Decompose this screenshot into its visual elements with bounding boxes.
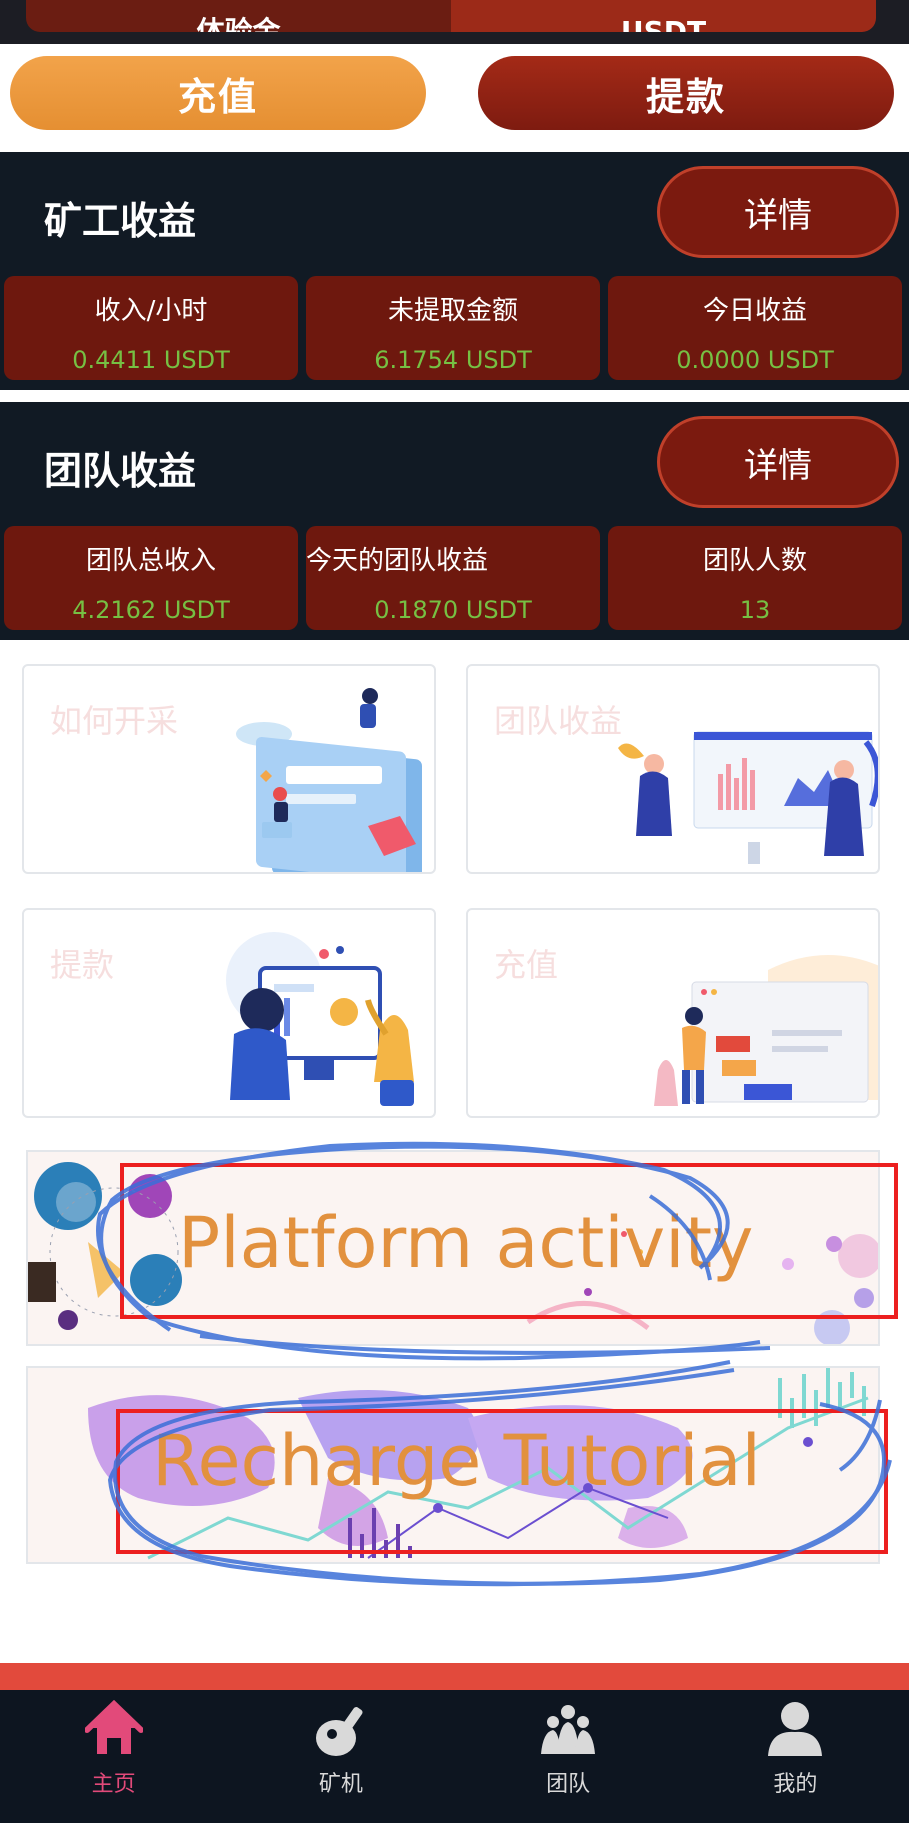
nav-team-label: 团队 (546, 1772, 591, 1797)
miner-earnings-panel: 矿工收益 详情 收入/小时 0.4411 USDT 未提取金额 6.1754 U… (0, 152, 909, 390)
mining-machine-icon (315, 1707, 363, 1756)
miner-earnings-title: 矿工收益 (44, 199, 197, 243)
stat-label: 收入/小时 (94, 296, 208, 326)
stat-value: 0.1870 USDT (374, 596, 532, 624)
team-chart-illustration (618, 731, 878, 864)
annotation-red-box (120, 1163, 898, 1319)
nav-home-label: 主页 (91, 1772, 136, 1797)
card-withdraw[interactable]: 提款 (22, 908, 436, 1118)
stat-label: 今日收益 (702, 296, 807, 326)
nav-profile-label: 我的 (773, 1772, 818, 1797)
profile-icon (768, 1702, 823, 1756)
stat-value: 4.2162 USDT (72, 596, 230, 624)
withdraw-button[interactable]: 提款 (478, 56, 894, 130)
annotation-red-box (116, 1409, 888, 1554)
stat-unwithdrawn-amount: 未提取金额 6.1754 USDT (306, 276, 600, 380)
stat-team-size: 团队人数 13 (608, 526, 902, 630)
stat-label: 未提取金额 (387, 296, 518, 326)
stat-team-today-income: 今天的团队收益 0.1870 USDT (306, 526, 600, 630)
nav-mining-machines-label: 矿机 (318, 1772, 363, 1797)
tab-trial-funds-label: 体验金 (196, 15, 281, 33)
team-earnings-title: 团队收益 (44, 449, 197, 493)
recharge-button[interactable]: 充值 (10, 56, 426, 130)
card-how-to-mine[interactable]: 如何开采 (22, 664, 436, 874)
stat-value: 0.4411 USDT (72, 346, 230, 374)
miner-earnings-detail-button[interactable]: 详情 (657, 166, 899, 258)
stat-today-income: 今日收益 0.0000 USDT (608, 276, 902, 380)
nav-team[interactable]: 团队 (455, 1690, 682, 1823)
bottom-red-strip (0, 1663, 909, 1691)
stat-hourly-income: 收入/小时 0.4411 USDT (4, 276, 298, 380)
tab-usdt[interactable]: USDT (451, 0, 876, 32)
stat-team-total-income: 团队总收入 4.2162 USDT (4, 526, 298, 630)
team-icon (541, 1705, 596, 1754)
tab-usdt-label: USDT (620, 15, 707, 33)
nav-profile[interactable]: 我的 (682, 1690, 909, 1823)
team-earnings-panel: 团队收益 详情 团队总收入 4.2162 USDT 今天的团队收益 0.1870… (0, 402, 909, 640)
stat-value: 6.1754 USDT (374, 346, 532, 374)
stat-label: 今天的团队收益 (306, 546, 489, 576)
top-strip: 体验金 USDT (0, 0, 909, 44)
card-recharge[interactable]: 充值 (466, 908, 880, 1118)
bottom-navigation: 主页 矿机 团队 我的 (0, 1690, 909, 1823)
card-team-earnings[interactable]: 团队收益 (466, 664, 880, 874)
monitor-illustration (226, 932, 414, 1106)
tab-trial-funds[interactable]: 体验金 (26, 0, 451, 32)
nav-home[interactable]: 主页 (0, 1690, 227, 1823)
team-earnings-detail-button[interactable]: 详情 (657, 416, 899, 508)
nav-mining-machines[interactable]: 矿机 (227, 1690, 454, 1823)
dashboard-illustration (654, 955, 878, 1106)
stat-label: 团队人数 (702, 546, 807, 576)
stat-label: 团队总收入 (85, 546, 216, 576)
stat-value: 0.0000 USDT (676, 346, 834, 374)
mining-illustration (236, 688, 422, 872)
stat-value: 13 (739, 596, 771, 624)
account-type-tabs: 体验金 USDT (26, 0, 876, 32)
home-icon (84, 1700, 143, 1754)
